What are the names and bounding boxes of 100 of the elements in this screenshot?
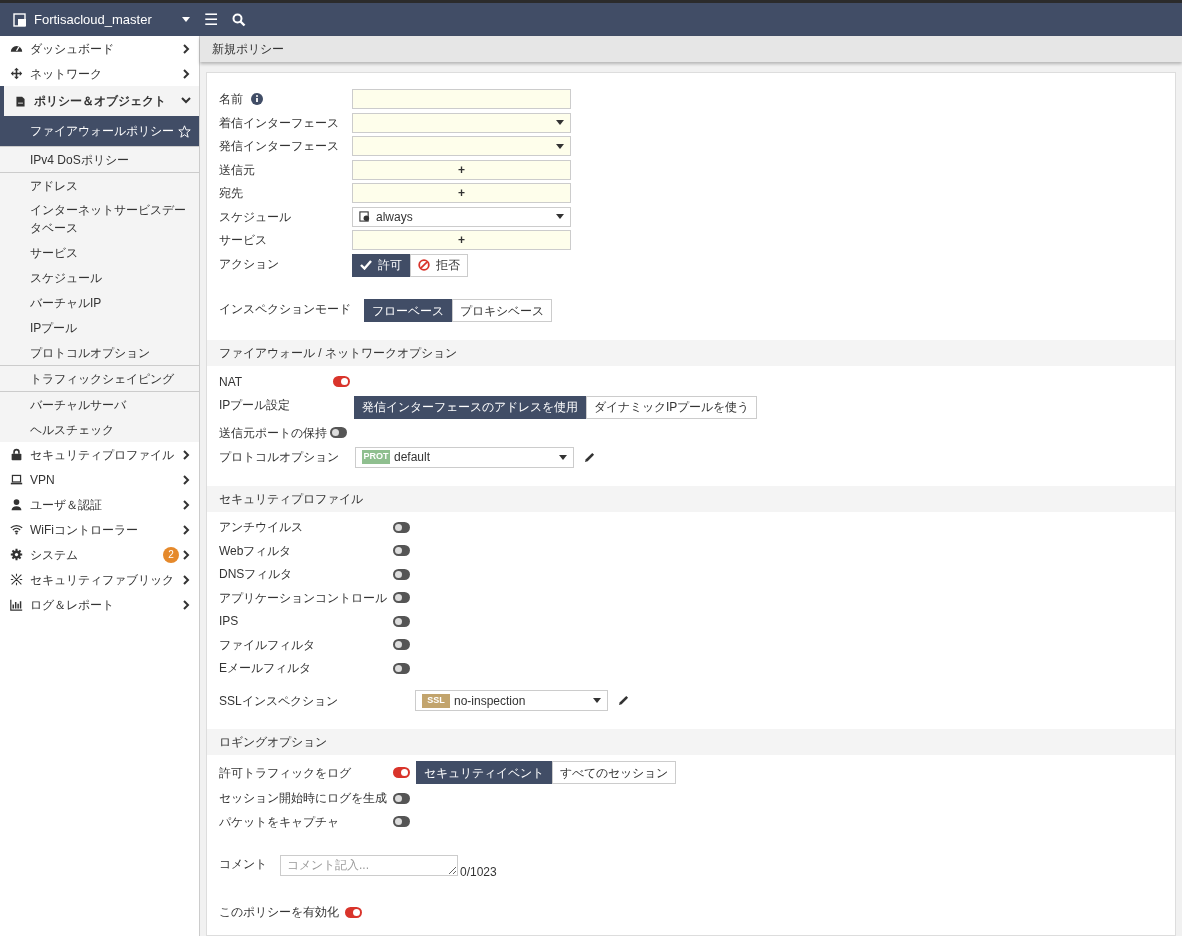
device-selector[interactable]: Fortisacloud_master (0, 9, 200, 30)
star-icon (178, 124, 191, 138)
toggle-switch[interactable] (393, 816, 410, 827)
section-header: ファイアウォール / ネットワークオプション (207, 340, 1175, 366)
option-button[interactable]: 拒否 (410, 253, 468, 277)
field-label: コメント (219, 856, 268, 873)
field-label: サービス (219, 232, 267, 249)
pencil-icon (584, 451, 595, 463)
field-label: 発信インターフェース (219, 138, 339, 155)
field-label: ファイルフィルタ (219, 636, 316, 654)
chevron-right-icon (183, 574, 191, 585)
nav-item[interactable]: ネットワーク (0, 61, 199, 86)
toggle-switch[interactable] (333, 376, 350, 387)
toggle-switch[interactable] (393, 792, 410, 804)
field-label: NAT (219, 373, 244, 391)
nav-item[interactable]: VPN (0, 467, 199, 492)
nav-subitem[interactable]: インターネットサービスデータベース (0, 198, 199, 240)
building-icon (12, 11, 28, 28)
toggle-switch[interactable] (330, 427, 347, 438)
chevron-right-icon (183, 524, 191, 535)
nav-subitem[interactable]: IPプール (0, 315, 199, 340)
chevron-right-icon (183, 43, 191, 54)
toggle-switch[interactable] (393, 767, 410, 778)
nav-subitem[interactable]: アドレス (0, 173, 199, 198)
toggle-switch[interactable] (393, 545, 410, 556)
device-name: Fortisacloud_master (34, 10, 153, 29)
document-icon (14, 94, 27, 108)
option-button[interactable]: 発信インターフェースのアドレスを使用 (354, 395, 586, 419)
toggle-switch[interactable] (393, 592, 410, 603)
nav-item[interactable]: ユーザ＆認証 (0, 492, 199, 517)
section-header: セキュリティプロファイル (207, 485, 1175, 512)
field-label: Webフィルタ (219, 542, 293, 560)
check-icon (360, 260, 372, 270)
caret-icon (182, 17, 190, 22)
chevron-down-icon (181, 97, 191, 105)
nav-item[interactable]: ダッシュボード (0, 36, 199, 61)
option-button[interactable]: プロキシベース (452, 299, 552, 322)
field-label: パケットをキャプチャ (219, 813, 340, 831)
calendar-clock-icon (359, 211, 370, 222)
option-button[interactable]: セキュリティイベント (416, 761, 552, 784)
network-nodes-icon (10, 573, 23, 586)
add-field[interactable]: + (352, 159, 571, 180)
toggle-switch[interactable] (393, 662, 410, 674)
nav-subitem[interactable]: ヘルスチェック (0, 417, 199, 442)
caret-icon (559, 454, 567, 460)
nav-item[interactable]: WiFiコントローラー (0, 517, 199, 542)
nav-item[interactable]: セキュリティファブリック (0, 567, 199, 592)
option-button[interactable]: すべてのセッション (552, 761, 676, 784)
toggle-switch[interactable] (345, 906, 362, 918)
field-label: SSLインスペクション (219, 692, 339, 710)
input-field[interactable] (352, 89, 571, 109)
nav-subitem[interactable]: ファイアウォールポリシー (0, 116, 199, 146)
option-button[interactable]: ダイナミックIPプールを使う (586, 395, 758, 419)
field-label: 送信元ポートの保持 (219, 424, 327, 442)
toggle-switch[interactable] (393, 639, 410, 650)
dropdown-field[interactable]: SSL no-inspection (415, 690, 608, 711)
field-label: DNSフィルタ (219, 566, 294, 583)
notification-badge: 2 (163, 546, 179, 563)
dropdown-field[interactable] (352, 112, 571, 133)
page-title: 新規ポリシー (212, 41, 284, 58)
laptop-icon (10, 473, 23, 486)
nav-subitem[interactable]: バーチャルサーバ (0, 392, 199, 417)
option-button[interactable]: フローベース (364, 299, 452, 322)
nav-subitem[interactable]: スケジュール (0, 265, 199, 290)
toggle-switch[interactable] (393, 615, 410, 627)
nav-subitem[interactable]: バーチャルIP (0, 290, 199, 315)
toggle-switch[interactable] (393, 521, 410, 533)
menu-button[interactable]: ☰ (204, 11, 218, 28)
chevron-right-icon (183, 449, 191, 460)
nav-item[interactable]: ポリシー＆オブジェクト (0, 86, 199, 116)
chevron-right-icon (183, 68, 191, 79)
field-label: このポリシーを有効化 (219, 904, 339, 921)
nav-subitem[interactable]: IPv4 DoSポリシー (0, 147, 199, 172)
field-label: 宛先 (219, 185, 243, 202)
bar-chart-icon (10, 598, 23, 611)
nav-subitem[interactable]: トラフィックシェイピング (0, 366, 199, 391)
add-field[interactable]: + (352, 230, 571, 250)
pencil-icon (618, 695, 629, 706)
dropdown-field[interactable] (352, 136, 571, 156)
field-label: IPプール設定 (219, 396, 292, 414)
wifi-icon (10, 523, 23, 536)
nav-subitem[interactable]: サービス (0, 240, 199, 265)
comment-field[interactable]: コメント記入... (280, 855, 458, 876)
field-label: アクション (219, 255, 279, 273)
gear-icon (10, 548, 23, 561)
caret-icon (556, 120, 564, 125)
option-button[interactable]: 許可 (352, 253, 410, 277)
dropdown-field[interactable]: PROT default (355, 446, 574, 468)
toggle-switch[interactable] (393, 568, 410, 580)
add-field[interactable]: + (352, 183, 571, 203)
lock-icon (10, 448, 23, 461)
field-label: 許可トラフィックをログ (219, 764, 352, 782)
nav-item[interactable]: セキュリティプロファイル (0, 442, 199, 467)
nav-item[interactable]: システム 2 (0, 542, 199, 567)
field-label: セッション開始時にログを生成 (219, 790, 388, 807)
dropdown-field[interactable]: always (352, 206, 571, 227)
nav-subitem[interactable]: プロトコルオプション (0, 340, 199, 365)
nav-item[interactable]: ログ＆レポート (0, 592, 199, 617)
field-label: 送信元 (219, 161, 255, 179)
search-button[interactable] (232, 12, 246, 27)
